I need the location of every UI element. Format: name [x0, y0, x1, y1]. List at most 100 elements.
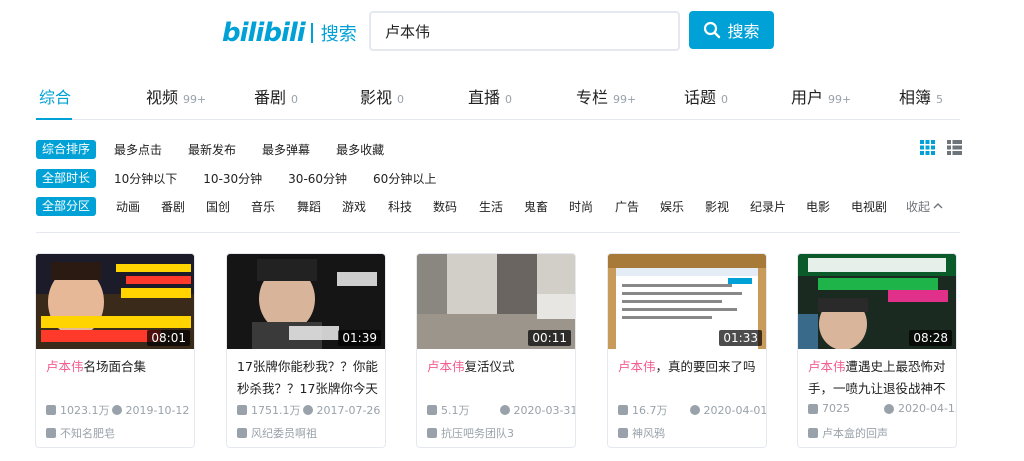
category-option[interactable]: 电影	[806, 198, 830, 215]
tab-label: 相簿	[899, 88, 932, 107]
author-name: 抗压吧务团队3	[441, 427, 514, 440]
search-input[interactable]	[369, 11, 680, 51]
sort-active-pill[interactable]: 综合排序	[36, 139, 97, 159]
tab-album[interactable]: 相簿 5	[899, 84, 943, 108]
play-count-icon	[618, 405, 628, 415]
video-meta: 1751.1万 2017-07-26	[237, 402, 380, 418]
view-count: 16.7万	[632, 404, 668, 417]
video-thumbnail[interactable]: 01:39	[227, 254, 385, 349]
tab-all[interactable]: 综合	[39, 84, 71, 108]
tab-live[interactable]: 直播 0	[468, 84, 512, 108]
list-view-icon[interactable]	[947, 140, 962, 155]
duration-option[interactable]: 60分钟以上	[373, 170, 436, 187]
sort-option[interactable]: 最多点击	[114, 141, 162, 158]
logo-text: bilibili	[222, 18, 306, 48]
video-title[interactable]: 卢本伟遭遇史上最恐怖对手，一喷九让退役战神不敢	[808, 356, 950, 400]
video-thumbnail[interactable]: 08:01	[36, 254, 194, 349]
duration-active-pill[interactable]: 全部时长	[36, 168, 97, 188]
upload-date: 2020-03-31	[513, 403, 576, 417]
clock-icon	[689, 405, 700, 415]
chevron-up-icon	[933, 203, 943, 209]
category-option[interactable]: 生活	[479, 198, 503, 215]
grid-view-icon[interactable]	[920, 140, 935, 155]
search-button[interactable]: 搜索	[689, 11, 774, 49]
video-author[interactable]: 不知名肥皂	[46, 425, 115, 441]
category-option[interactable]: 影视	[705, 198, 729, 215]
tab-label: 视频	[146, 88, 179, 107]
tab-user[interactable]: 用户 99+	[791, 84, 851, 108]
tab-count: 0	[397, 93, 405, 106]
video-title[interactable]: 卢本伟，真的要回来了吗	[618, 356, 760, 400]
title-text: 名场面合集	[83, 359, 147, 374]
video-duration: 01:39	[338, 330, 381, 346]
category-option[interactable]: 娱乐	[660, 198, 684, 215]
search-button-label: 搜索	[727, 22, 760, 41]
category-option[interactable]: 时尚	[569, 198, 593, 215]
category-option[interactable]: 电视剧	[851, 198, 887, 215]
tab-label: 番剧	[254, 88, 287, 107]
video-thumbnail[interactable]: 01:33	[608, 254, 766, 349]
tab-label: 影视	[360, 88, 393, 107]
title-highlight: 卢本伟	[808, 359, 846, 374]
bilibili-logo[interactable]: bilibili 搜索	[222, 16, 357, 50]
play-count-icon	[427, 405, 437, 415]
title-text: ，真的要回来了吗	[655, 359, 756, 374]
tab-film[interactable]: 影视 0	[360, 84, 404, 108]
video-thumbnail[interactable]: 08:28	[798, 254, 956, 349]
video-card[interactable]: 08:28 卢本伟遭遇史上最恐怖对手，一喷九让退役战神不敢 7025 2020-…	[797, 253, 957, 448]
video-card[interactable]: 08:01 卢本伟名场面合集 1023.1万 2019-10-12 不知名肥皂	[35, 253, 195, 448]
category-option[interactable]: 数码	[433, 198, 457, 215]
duration-option[interactable]: 10-30分钟	[203, 170, 262, 187]
collapse-label: 收起	[906, 199, 931, 214]
tab-count: 99+	[183, 93, 207, 106]
category-option[interactable]: 鬼畜	[524, 198, 548, 215]
category-option[interactable]: 广告	[615, 198, 639, 215]
category-filter-row: 全部分区 动画 番剧 国创 音乐 舞蹈 游戏 科技 数码 生活 鬼畜 时尚 广告…	[36, 196, 943, 216]
category-option[interactable]: 番剧	[161, 198, 185, 215]
category-option[interactable]: 游戏	[342, 198, 366, 215]
video-title[interactable]: 卢本伟名场面合集	[46, 356, 188, 400]
sort-option[interactable]: 最新发布	[188, 141, 236, 158]
clock-icon	[302, 405, 313, 415]
category-option[interactable]: 国创	[206, 198, 230, 215]
video-author[interactable]: 风纪委员啊祖	[237, 425, 317, 441]
duration-option[interactable]: 10分钟以下	[114, 170, 177, 187]
view-toggle	[920, 140, 962, 155]
category-option[interactable]: 音乐	[251, 198, 275, 215]
upload-date: 2019-10-12	[125, 403, 190, 417]
video-card[interactable]: 01:39 17张牌你能秒我？？你能秒杀我？？17张牌你今天能把 1751.1万…	[226, 253, 386, 448]
category-option[interactable]: 舞蹈	[297, 198, 321, 215]
category-active-pill[interactable]: 全部分区	[36, 196, 97, 216]
video-thumbnail[interactable]: 00:11	[417, 254, 575, 349]
category-option[interactable]: 动画	[116, 198, 140, 215]
tab-count: 99+	[828, 93, 852, 106]
view-count: 5.1万	[441, 404, 470, 417]
video-meta: 5.1万 2020-03-31	[427, 402, 576, 418]
uploader-icon	[237, 428, 247, 438]
tab-count: 0	[291, 93, 299, 106]
video-meta: 16.7万 2020-04-01	[618, 402, 766, 418]
video-title[interactable]: 卢本伟复活仪式	[427, 356, 569, 400]
duration-option[interactable]: 30-60分钟	[288, 170, 347, 187]
category-option[interactable]: 科技	[388, 198, 412, 215]
active-tab-indicator	[36, 118, 72, 120]
sort-option[interactable]: 最多收藏	[336, 141, 384, 158]
sort-option[interactable]: 最多弹幕	[262, 141, 310, 158]
category-option[interactable]: 纪录片	[750, 198, 786, 215]
tab-topic[interactable]: 话题 0	[684, 84, 728, 108]
tab-article[interactable]: 专栏 99+	[576, 84, 636, 108]
tab-count: 5	[936, 93, 944, 106]
collapse-filters-button[interactable]: 收起	[906, 198, 943, 215]
play-count-icon	[237, 405, 247, 415]
video-author[interactable]: 神风鸦	[618, 425, 665, 441]
video-author[interactable]: 卢本盒的回声	[808, 425, 888, 441]
tab-bangumi[interactable]: 番剧 0	[254, 84, 298, 108]
video-author[interactable]: 抗压吧务团队3	[427, 425, 514, 441]
duration-filter-row: 全部时长 10分钟以下 10-30分钟 30-60分钟 60分钟以上	[36, 168, 462, 188]
video-title[interactable]: 17张牌你能秒我？？你能秒杀我？？17张牌你今天能把	[237, 356, 379, 400]
clock-icon	[111, 405, 122, 415]
video-card[interactable]: 00:11 卢本伟复活仪式 5.1万 2020-03-31 抗压吧务团队3	[416, 253, 576, 448]
search-icon	[704, 21, 721, 39]
video-card[interactable]: 01:33 卢本伟，真的要回来了吗 16.7万 2020-04-01 神风鸦	[607, 253, 767, 448]
tab-video[interactable]: 视频 99+	[146, 84, 206, 108]
